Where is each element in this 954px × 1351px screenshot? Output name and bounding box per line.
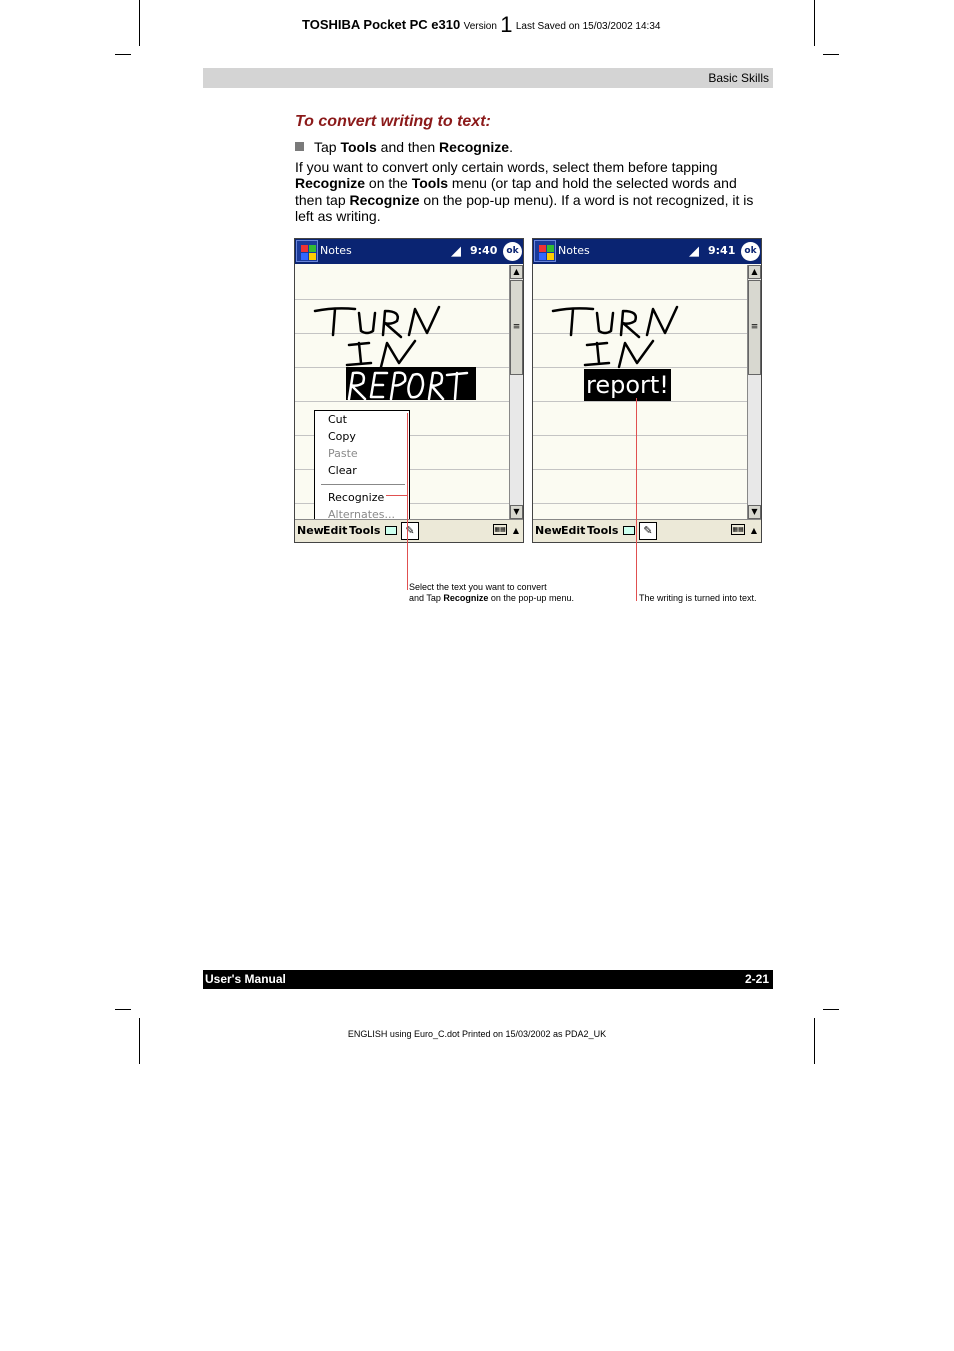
menu-edit[interactable]: Edit: [561, 524, 585, 537]
bullet-bold-recognize: Recognize: [439, 139, 510, 155]
para-bold: Tools: [411, 175, 449, 192]
scroll-up-arrow-icon[interactable]: ▲: [510, 265, 523, 279]
context-menu: Cut Copy Paste Clear Recognize Alternate…: [314, 410, 410, 523]
scroll-down-arrow-icon[interactable]: ▼: [748, 505, 761, 519]
para-bold: Recognize: [295, 175, 366, 192]
crop-mark: [814, 1018, 815, 1064]
menu-edit[interactable]: Edit: [323, 524, 347, 537]
menu-bar: New Edit Tools ✎ ▦▦ ▲: [533, 519, 761, 542]
menu-item-recognize[interactable]: Recognize: [328, 491, 384, 504]
para-bold: Recognize: [349, 191, 420, 208]
screenshot-left: Notes ◢ 9:40 ok Cut Copy Paste Clear Rec…: [294, 238, 524, 543]
footer-left: User's Manual: [205, 972, 286, 986]
vertical-scrollbar[interactable]: ▲ ≡ ▼: [747, 265, 761, 519]
callout-line: [386, 495, 407, 496]
caption-bold: Recognize: [443, 593, 489, 603]
vertical-scrollbar[interactable]: ▲ ≡ ▼: [509, 265, 523, 519]
crop-mark: [139, 0, 140, 46]
version-label: Version: [463, 21, 497, 32]
menu-item-paste: Paste: [328, 447, 358, 460]
menu-tools[interactable]: Tools: [587, 524, 618, 537]
caption-text: on the pop-up menu.: [488, 593, 574, 603]
keyboard-icon[interactable]: ▦▦: [493, 524, 507, 535]
section-bar: Basic Skills: [203, 68, 773, 88]
recorder-icon[interactable]: [623, 526, 635, 535]
handwriting-ink: [313, 305, 476, 401]
menu-new[interactable]: New: [535, 524, 562, 537]
section-label: Basic Skills: [708, 71, 769, 85]
bullet-text: .: [509, 139, 513, 155]
keyboard-icon[interactable]: ▦▦: [731, 524, 745, 535]
scroll-thumb[interactable]: ≡: [510, 280, 523, 375]
note-line: [533, 503, 748, 504]
recognized-text[interactable]: report!: [584, 369, 671, 401]
recorder-icon[interactable]: [385, 526, 397, 535]
print-info: ENGLISH using Euro_C.dot Printed on 15/0…: [347, 1029, 607, 1039]
bullet-text: and then: [376, 139, 440, 155]
page-heading: To convert writing to text:: [295, 113, 491, 130]
crop-mark: [823, 54, 839, 55]
callout-line: [636, 398, 637, 601]
callout-line: [407, 413, 408, 590]
input-panel-arrow-icon[interactable]: ▲: [510, 524, 522, 538]
menu-item-cut[interactable]: Cut: [328, 413, 347, 426]
note-line: [533, 469, 748, 470]
document-header: TOSHIBA Pocket PC e310 Version 1 Last Sa…: [302, 12, 660, 38]
version-number: 1: [500, 12, 513, 37]
input-panel-arrow-icon[interactable]: ▲: [748, 524, 760, 538]
body-paragraph: If you want to convert only certain word…: [295, 159, 765, 224]
crop-mark: [823, 1009, 839, 1010]
caption-text: and Tap: [409, 593, 444, 603]
pen-icon[interactable]: ✎: [639, 522, 657, 540]
last-saved: Last Saved on 15/03/2002 14:34: [515, 21, 661, 32]
para-text: If you want to convert only certain word…: [295, 159, 718, 175]
bullet-text: Tap: [314, 139, 341, 155]
screenshot-right: Notes ◢ 9:41 ok report! ▲ ≡ ▼ New Edit T…: [532, 238, 762, 543]
pen-icon[interactable]: ✎: [401, 522, 419, 540]
product-name: TOSHIBA Pocket PC e310: [302, 17, 461, 32]
crop-mark: [139, 1018, 140, 1064]
footer-bar: User's Manual 2-21: [203, 970, 773, 989]
menu-new[interactable]: New: [297, 524, 324, 537]
caption-left-line2: and Tap Recognize on the pop-up menu.: [409, 593, 574, 604]
para-text: on the: [365, 175, 412, 192]
bullet-bold-tools: Tools: [340, 139, 377, 155]
crop-mark: [115, 54, 131, 55]
menu-bar: New Edit Tools ✎ ▦▦ ▲: [295, 519, 523, 542]
note-line: [533, 435, 748, 436]
caption-right: The writing is turned into text.: [639, 593, 757, 603]
page-number: 2-21: [744, 972, 769, 986]
caption-left: Select the text you want to convert and …: [409, 582, 574, 604]
instruction-bullet: Tap Tools and then Recognize.: [295, 139, 513, 155]
scroll-up-arrow-icon[interactable]: ▲: [748, 265, 761, 279]
crop-mark: [115, 1009, 131, 1010]
crop-mark: [814, 0, 815, 46]
bullet-square-icon: [295, 142, 304, 151]
scroll-down-arrow-icon[interactable]: ▼: [510, 505, 523, 519]
menu-separator: [321, 484, 405, 485]
caption-left-line1: Select the text you want to convert: [409, 582, 547, 592]
menu-tools[interactable]: Tools: [349, 524, 380, 537]
menu-item-copy[interactable]: Copy: [328, 430, 356, 443]
menu-item-clear[interactable]: Clear: [328, 464, 357, 477]
scroll-thumb[interactable]: ≡: [748, 280, 761, 375]
